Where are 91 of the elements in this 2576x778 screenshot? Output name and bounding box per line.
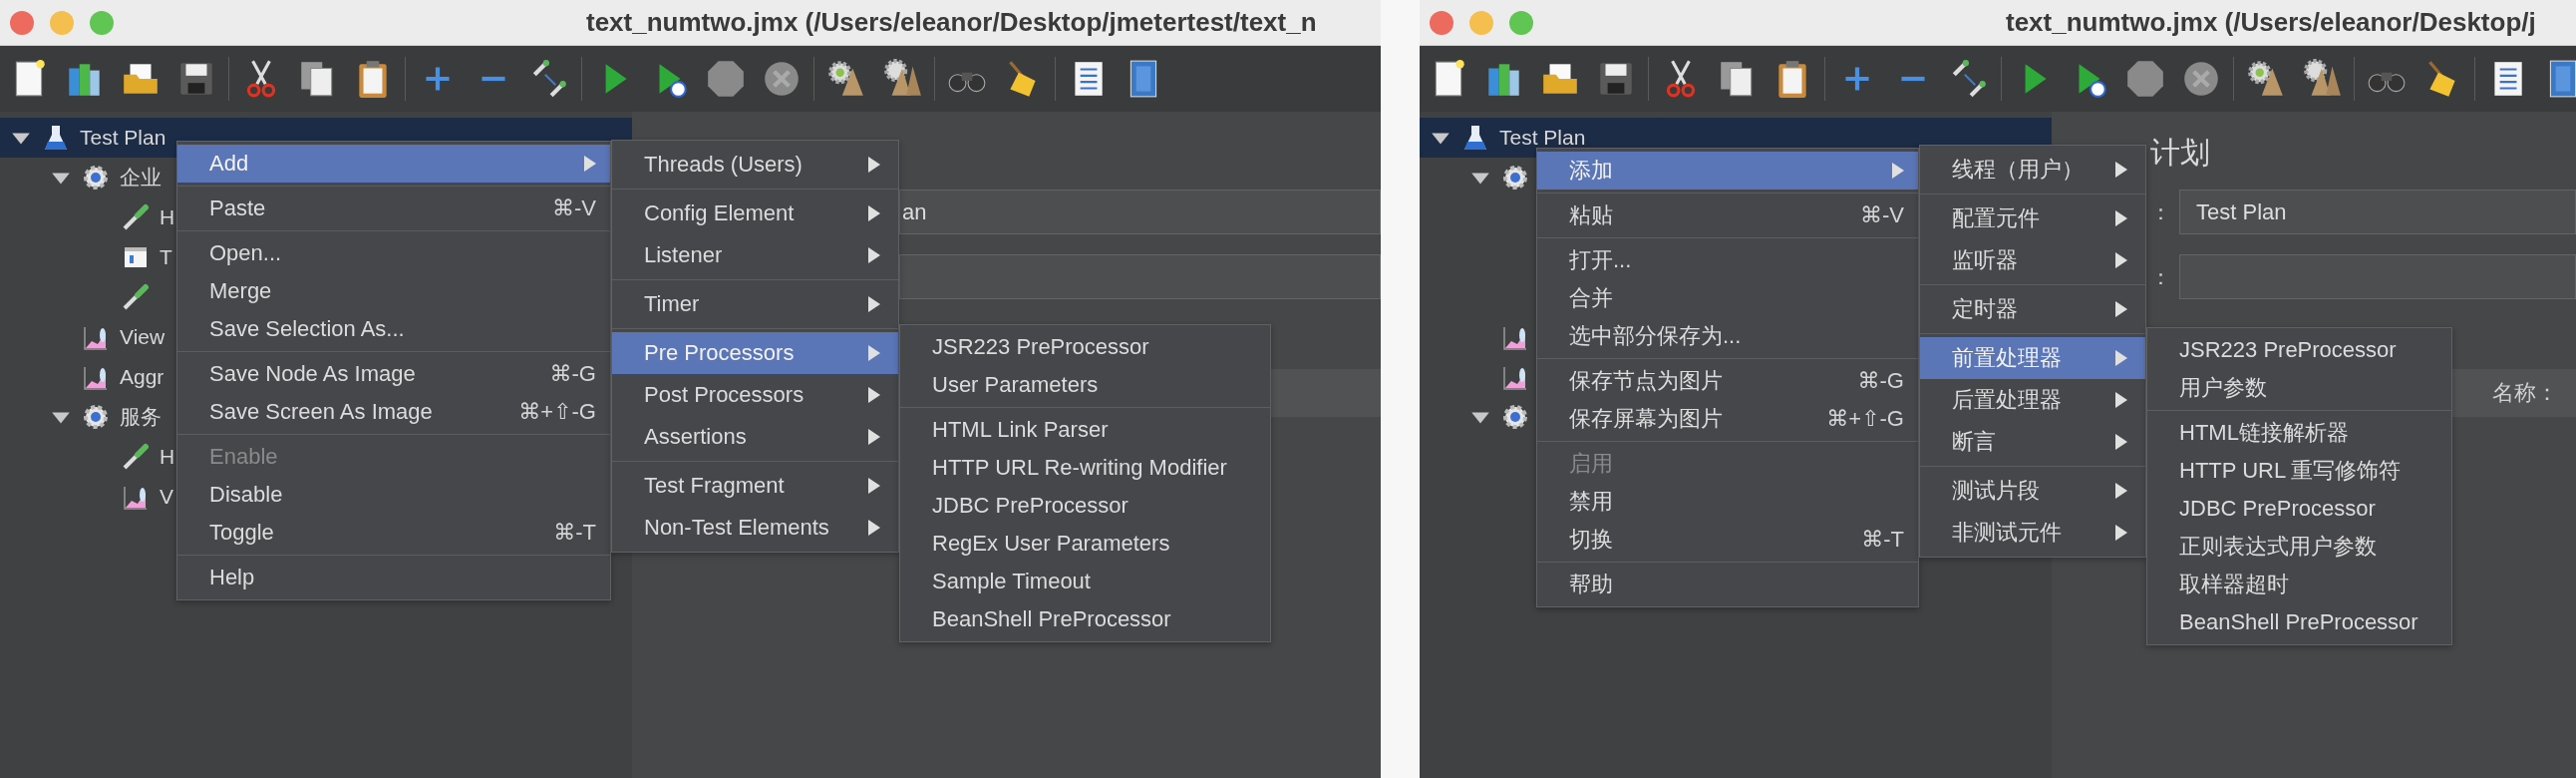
text-field[interactable] [2179,254,2576,299]
gear-icon [82,164,110,192]
menu-item[interactable]: 监听器 [1920,239,2145,281]
pipette-icon [122,283,150,311]
menu-item[interactable]: Toggle ⌘-T [177,514,610,552]
stop-sign-icon[interactable] [2124,58,2166,100]
menu-item[interactable]: Add [177,145,610,183]
menu-item[interactable]: Help [177,559,610,596]
tree-item[interactable]: 企业 [0,158,165,197]
menu-item[interactable]: JDBC PreProcessor [2147,490,2451,528]
menu-item[interactable]: Post Processors [612,374,898,416]
menu-item[interactable]: Config Element [612,193,898,234]
menu-item[interactable]: 禁用 [1537,483,1918,521]
menu-item[interactable]: Merge [177,272,610,310]
menu-item[interactable]: 选中部分保存为... [1537,317,1918,355]
shortcut-label: ⌘-T [553,520,596,546]
tree-item[interactable]: 服务 [0,397,165,437]
shortcut-label: ⌘+⇧-G [518,399,596,425]
menu-item[interactable]: RegEx User Parameters [900,525,1270,563]
close-button[interactable] [10,10,34,35]
flask-icon [42,124,70,152]
stop-sign-icon[interactable] [705,58,747,100]
menu-item[interactable]: 非测试元件 [1920,512,2145,554]
menu-item[interactable]: HTTP URL 重写修饰符 [2147,452,2451,490]
menu-item[interactable]: BeanShell PreProcessor [900,600,1270,638]
menu-item[interactable]: Listener [612,234,898,276]
field-label: ： [2150,263,2172,290]
text-field[interactable]: Test Plan [2179,190,2576,234]
pipette-icon [122,203,150,231]
menu-item[interactable]: Non-Test Elements [612,507,898,549]
menu-item[interactable]: 正则表达式用户参数 [2147,528,2451,566]
menu-item[interactable]: Open... [177,234,610,272]
menu-item[interactable]: Timer [612,283,898,325]
tree-item[interactable]: H [0,197,179,237]
menu-item[interactable]: User Parameters [900,366,1270,404]
menu-item[interactable]: Save Node As Image ⌘-G [177,355,610,393]
shortcut-label: ⌘+⇧-G [1826,406,1904,432]
shortcut-label: ⌘-G [549,361,596,387]
text-field[interactable]: an [899,190,1381,234]
text-field[interactable] [899,254,1381,299]
tree-item[interactable]: View [0,317,169,357]
menu-item[interactable]: JDBC PreProcessor [900,487,1270,525]
menu-item[interactable]: 切换 ⌘-T [1537,521,1918,559]
gear-icon [1501,403,1529,431]
menu-item[interactable]: Assertions [612,416,898,458]
menu-item[interactable]: 帮助 [1537,566,1918,603]
tree-item[interactable]: T [0,237,176,277]
shortcut-label: ⌘-G [1857,368,1904,394]
menu-item[interactable]: 粘贴 ⌘-V [1537,196,1918,234]
menu-item[interactable]: 测试片段 [1920,470,2145,512]
section-label: 名称： [2492,379,2558,407]
shortcut-label: ⌘-T [1861,527,1904,553]
tree-item[interactable]: H [0,437,179,477]
window-title: text_numtwo.jmx (/Users/eleanor/Desktop/jmetertest/text_n [586,7,1317,38]
shortcut-label: ⌘-V [1860,202,1904,228]
menu-item[interactable]: 用户参数 [2147,369,2451,407]
shortcut-label: ⌘-V [552,195,596,221]
tree-item[interactable]: V [0,477,177,517]
menu-item[interactable]: JSR223 PreProcessor [900,328,1270,366]
menu-item[interactable]: 断言 [1920,421,2145,463]
gear-icon [1501,164,1529,192]
flask-icon [1461,124,1489,152]
menu-item[interactable]: Save Screen As Image ⌘+⇧-G [177,393,610,431]
menu-item[interactable]: Paste ⌘-V [177,190,610,227]
menu-item[interactable]: 配置元件 [1920,197,2145,239]
panel-heading: 计划 [2150,136,2210,169]
menu-item[interactable]: BeanShell PreProcessor [2147,603,2451,641]
tree-item[interactable]: Aggr [0,357,168,397]
menu-item[interactable]: Sample Timeout [900,563,1270,600]
menu-item[interactable]: 取样器超时 [2147,566,2451,603]
field-label: ： [2150,198,2172,225]
menu-item[interactable]: 前置处理器 [1920,337,2145,379]
menu-item[interactable]: Test Fragment [612,465,898,507]
menu-item[interactable]: 定时器 [1920,288,2145,330]
menu-item[interactable]: 合并 [1537,279,1918,317]
menu-item[interactable]: Pre Processors [612,332,898,374]
menu-item[interactable]: HTTP URL Re-writing Modifier [900,449,1270,487]
menu-item[interactable]: Save Selection As... [177,310,610,348]
menu-item[interactable]: HTML链接解析器 [2147,414,2451,452]
window-title: text_numtwo.jmx (/Users/eleanor/Desktop/j [2006,7,2536,38]
pipette-icon [122,443,150,471]
menu-item[interactable]: 后置处理器 [1920,379,2145,421]
menu-item[interactable]: 保存节点为图片 ⌘-G [1537,362,1918,400]
menu-item[interactable]: 保存屏幕为图片 ⌘+⇧-G [1537,400,1918,438]
menu-item[interactable]: Disable [177,476,610,514]
close-button[interactable] [1430,10,1453,35]
menu-item[interactable]: JSR223 PreProcessor [2147,331,2451,369]
menu-item[interactable]: 打开... [1537,241,1918,279]
gear-icon [82,403,110,431]
menu-item[interactable]: 添加 [1537,152,1918,190]
menu-item[interactable]: HTML Link Parser [900,411,1270,449]
